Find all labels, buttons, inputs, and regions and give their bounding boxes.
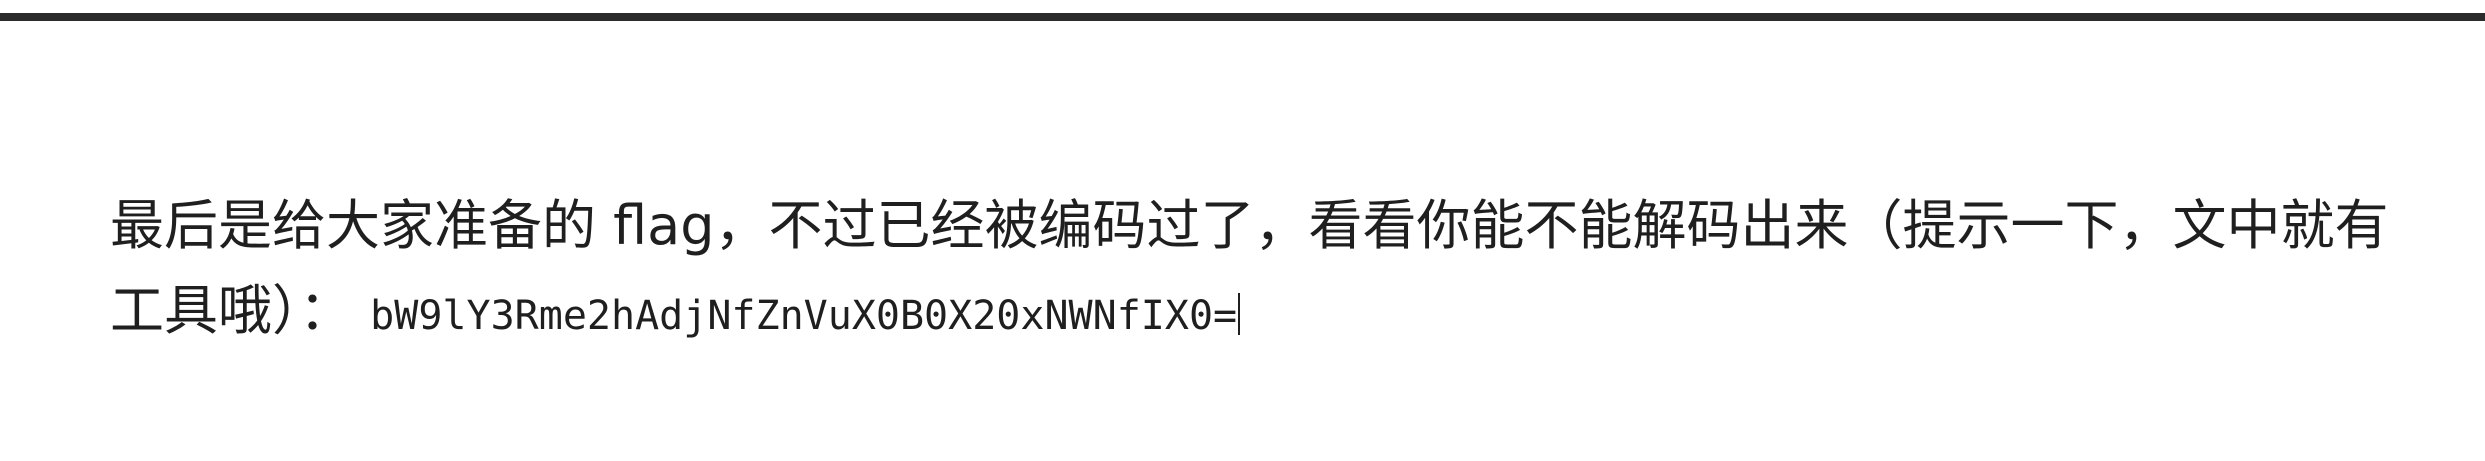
encoded-flag[interactable]: bW9lY3Rme2hAdjNfZnVuX0B0X20xNWNfIX0= bbox=[370, 293, 1237, 339]
top-divider bbox=[0, 13, 2485, 21]
text-cursor bbox=[1238, 293, 1241, 335]
article-paragraph: 最后是给大家准备的 flag，不过已经被编码过了，看看你能不能解码出来（提示一下… bbox=[110, 183, 2430, 359]
